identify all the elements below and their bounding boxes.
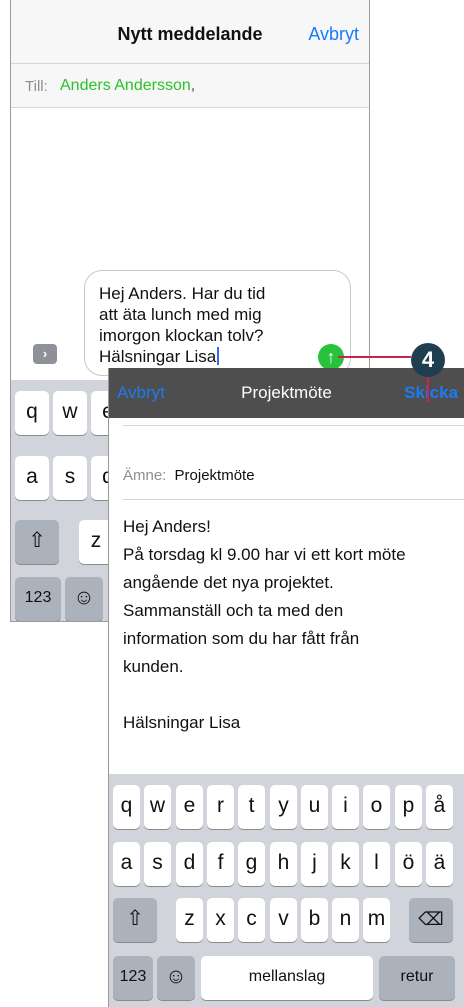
space-key[interactable]: mellanslag <box>201 956 373 1000</box>
key-x[interactable]: x <box>207 898 234 942</box>
key-w[interactable]: w <box>53 391 87 435</box>
delete-icon[interactable]: ⌫ <box>409 898 453 942</box>
mail-keyboard: q w e r t y u i o p å a s d f g h j k l … <box>109 774 464 1007</box>
chevron-right-icon[interactable]: › <box>33 344 57 364</box>
message-line: Hälsningar Lisa <box>99 347 217 366</box>
shift-icon[interactable]: ⇧ <box>113 898 157 942</box>
key-q[interactable]: q <box>113 785 140 829</box>
to-field[interactable]: Till: Anders Andersson, <box>11 64 369 108</box>
key-ae[interactable]: ä <box>426 842 453 886</box>
key-d[interactable]: d <box>176 842 203 886</box>
key-s[interactable]: s <box>144 842 171 886</box>
key-l[interactable]: l <box>363 842 390 886</box>
numbers-key[interactable]: 123 <box>113 956 153 1000</box>
emoji-icon[interactable]: ☺ <box>157 956 195 1000</box>
emoji-icon[interactable]: ☺ <box>65 577 103 621</box>
key-a[interactable]: a <box>15 456 49 500</box>
body-line: information som du har fått från <box>123 629 360 648</box>
recipient-separator: , <box>190 77 196 94</box>
key-g[interactable]: g <box>238 842 265 886</box>
key-b[interactable]: b <box>301 898 328 942</box>
key-o[interactable]: o <box>363 785 390 829</box>
text-cursor <box>217 347 220 365</box>
body-line: Hej Anders! <box>123 517 211 536</box>
subject-label: Ämne: <box>123 467 167 484</box>
key-i[interactable]: i <box>332 785 359 829</box>
key-f[interactable]: f <box>207 842 234 886</box>
key-e[interactable]: e <box>176 785 203 829</box>
body-line: kunden. <box>123 657 184 676</box>
recipient-name: Anders Andersson <box>60 77 191 94</box>
key-s[interactable]: s <box>53 456 87 500</box>
key-t[interactable]: t <box>238 785 265 829</box>
key-j[interactable]: j <box>301 842 328 886</box>
message-line: att äta lunch med mig <box>99 305 262 324</box>
key-a[interactable]: a <box>113 842 140 886</box>
message-text: Hej Anders. Har du tid att äta lunch med… <box>99 283 314 367</box>
recipient-chip[interactable]: Anders Andersson, <box>60 77 195 95</box>
mail-send-button[interactable]: Skicka <box>404 383 458 403</box>
body-line: Hälsningar Lisa <box>123 713 241 732</box>
key-w[interactable]: w <box>144 785 171 829</box>
key-p[interactable]: p <box>395 785 422 829</box>
key-y[interactable]: y <box>270 785 297 829</box>
divider <box>123 499 464 500</box>
message-line: imorgon klockan tolv? <box>99 326 264 345</box>
key-oe[interactable]: ö <box>395 842 422 886</box>
callout-badge: 4 <box>411 343 445 377</box>
to-label: Till: <box>25 78 48 95</box>
numbers-key[interactable]: 123 <box>15 577 61 621</box>
key-aa[interactable]: å <box>426 785 453 829</box>
body-line: På torsdag kl 9.00 har vi ett kort möte <box>123 545 406 564</box>
key-h[interactable]: h <box>270 842 297 886</box>
key-z[interactable]: z <box>176 898 203 942</box>
key-r[interactable]: r <box>207 785 234 829</box>
key-k[interactable]: k <box>332 842 359 886</box>
body-line <box>123 681 459 709</box>
mail-screen: Avbryt Projektmöte Skicka Ämne: Projektm… <box>108 368 464 1007</box>
key-u[interactable]: u <box>301 785 328 829</box>
message-input[interactable]: Hej Anders. Har du tid att äta lunch med… <box>84 270 351 376</box>
key-c[interactable]: c <box>238 898 265 942</box>
body-line: Sammanställ och ta med den <box>123 601 344 620</box>
subject-field[interactable]: Ämne: Projektmöte <box>123 467 255 484</box>
mail-nav-bar: Avbryt Projektmöte Skicka <box>109 368 464 418</box>
key-v[interactable]: v <box>270 898 297 942</box>
arrow-up-icon[interactable]: ↑ <box>318 344 344 370</box>
messages-nav-bar: Nytt meddelande Avbryt <box>11 0 369 64</box>
key-q[interactable]: q <box>15 391 49 435</box>
body-line: angående det nya projektet. <box>123 573 334 592</box>
key-n[interactable]: n <box>332 898 359 942</box>
key-m[interactable]: m <box>363 898 390 942</box>
messages-cancel-button[interactable]: Avbryt <box>308 24 359 45</box>
return-key[interactable]: retur <box>379 956 455 1000</box>
subject-value: Projektmöte <box>174 467 255 484</box>
mail-body[interactable]: Hej Anders! På torsdag kl 9.00 har vi et… <box>123 513 459 737</box>
divider <box>123 425 464 426</box>
shift-icon[interactable]: ⇧ <box>15 520 59 564</box>
message-line: Hej Anders. Har du tid <box>99 284 266 303</box>
